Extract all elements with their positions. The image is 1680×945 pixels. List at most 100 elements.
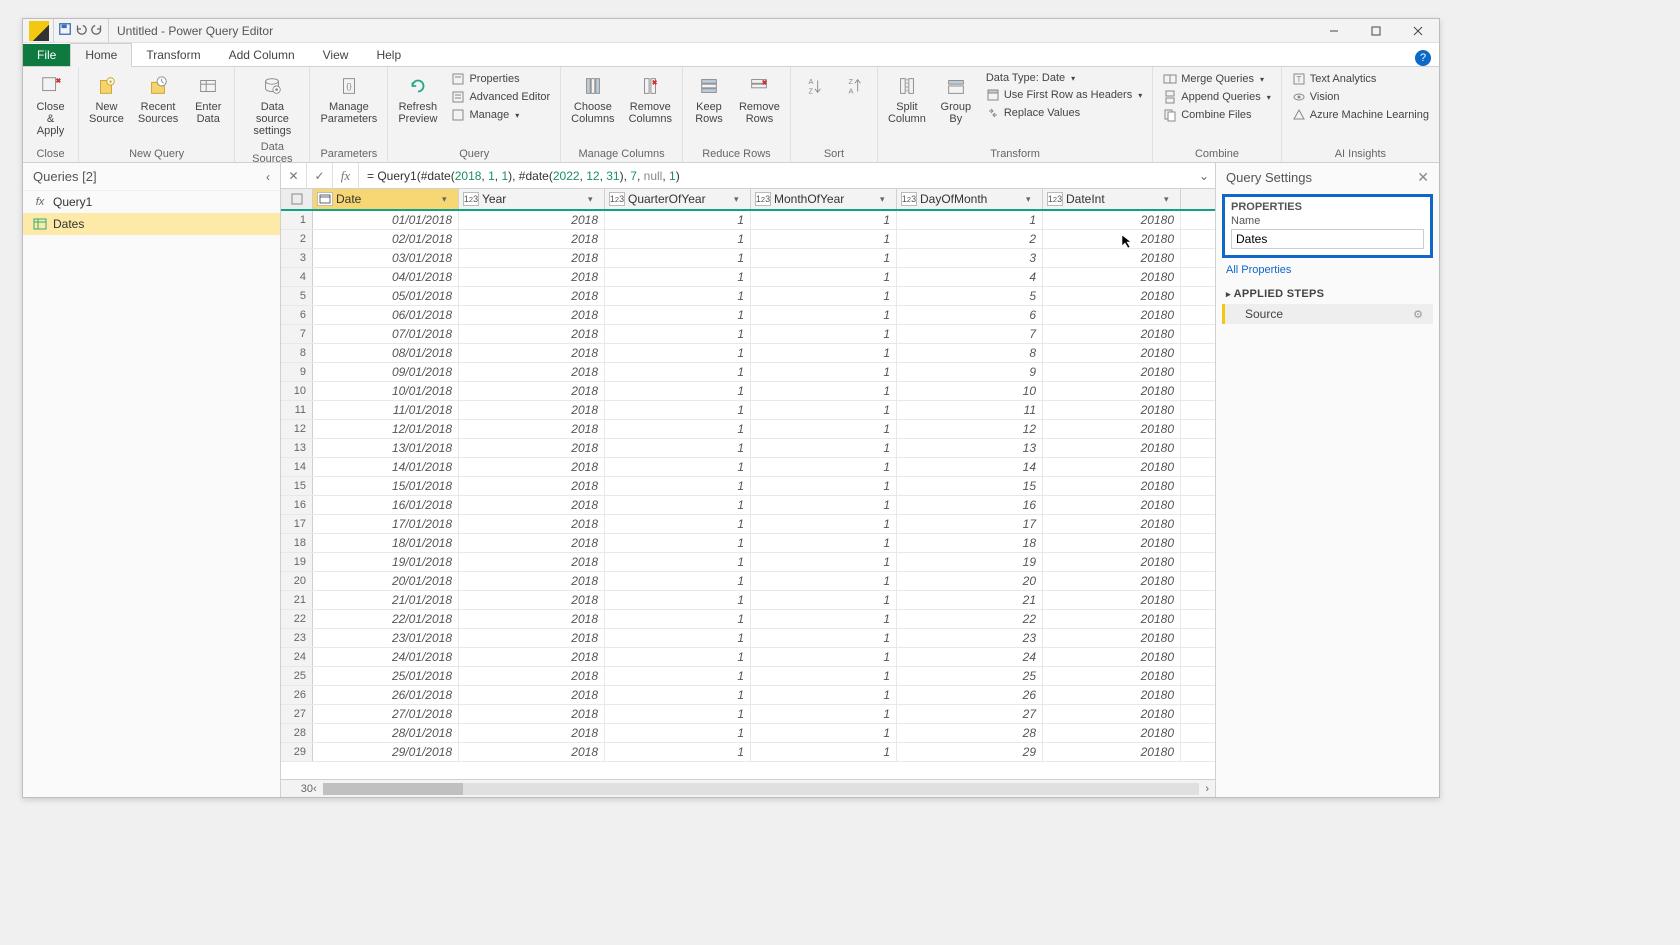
table-row[interactable]: 707/01/2018201811720180: [281, 325, 1215, 344]
cell-dateint[interactable]: 20180: [1043, 325, 1181, 343]
cell-year[interactable]: 2018: [459, 325, 605, 343]
choose-columns-button[interactable]: Choose Columns: [567, 71, 618, 127]
cell-dateint[interactable]: 20180: [1043, 553, 1181, 571]
cell-quarterofyear[interactable]: 1: [605, 439, 751, 457]
cell-year[interactable]: 2018: [459, 496, 605, 514]
cell-date[interactable]: 19/01/2018: [313, 553, 459, 571]
cell-quarterofyear[interactable]: 1: [605, 401, 751, 419]
cell-date[interactable]: 27/01/2018: [313, 705, 459, 723]
combine-files-button[interactable]: Combine Files: [1159, 107, 1275, 123]
row-number[interactable]: 8: [281, 344, 313, 362]
table-row[interactable]: 1919/01/20182018111920180: [281, 553, 1215, 572]
row-number[interactable]: 6: [281, 306, 313, 324]
number-type-icon[interactable]: 123: [609, 192, 625, 206]
table-row[interactable]: 2929/01/20182018112920180: [281, 743, 1215, 762]
cell-dateint[interactable]: 20180: [1043, 534, 1181, 552]
cell-dateint[interactable]: 20180: [1043, 230, 1181, 248]
cell-quarterofyear[interactable]: 1: [605, 553, 751, 571]
cell-year[interactable]: 2018: [459, 420, 605, 438]
cell-dateint[interactable]: 20180: [1043, 515, 1181, 533]
cell-monthofyear[interactable]: 1: [751, 268, 897, 286]
first-row-headers-button[interactable]: Use First Row as Headers▾: [982, 87, 1146, 103]
cell-year[interactable]: 2018: [459, 344, 605, 362]
save-icon[interactable]: [58, 22, 72, 39]
cell-dayofmonth[interactable]: 8: [897, 344, 1043, 362]
table-row[interactable]: 1616/01/20182018111620180: [281, 496, 1215, 515]
cell-monthofyear[interactable]: 1: [751, 211, 897, 229]
data-source-settings-button[interactable]: Data source settings: [241, 71, 303, 139]
text-analytics-button[interactable]: TText Analytics: [1288, 71, 1433, 87]
cell-date[interactable]: 17/01/2018: [313, 515, 459, 533]
cell-dayofmonth[interactable]: 27: [897, 705, 1043, 723]
cell-dateint[interactable]: 20180: [1043, 420, 1181, 438]
cell-date[interactable]: 23/01/2018: [313, 629, 459, 647]
cell-date[interactable]: 15/01/2018: [313, 477, 459, 495]
cell-monthofyear[interactable]: 1: [751, 629, 897, 647]
row-number[interactable]: 27: [281, 705, 313, 723]
tab-view[interactable]: View: [309, 44, 363, 66]
formula-expand-icon[interactable]: ⌄: [1193, 169, 1215, 183]
append-queries-button[interactable]: Append Queries▾: [1159, 89, 1275, 105]
cell-dateint[interactable]: 20180: [1043, 667, 1181, 685]
cell-dayofmonth[interactable]: 14: [897, 458, 1043, 476]
cell-dayofmonth[interactable]: 4: [897, 268, 1043, 286]
table-row[interactable]: 404/01/2018201811420180: [281, 268, 1215, 287]
cell-date[interactable]: 14/01/2018: [313, 458, 459, 476]
cell-dateint[interactable]: 20180: [1043, 268, 1181, 286]
table-row[interactable]: 1212/01/20182018111220180: [281, 420, 1215, 439]
cell-dayofmonth[interactable]: 28: [897, 724, 1043, 742]
cell-quarterofyear[interactable]: 1: [605, 344, 751, 362]
cell-year[interactable]: 2018: [459, 515, 605, 533]
azure-ml-button[interactable]: Azure Machine Learning: [1288, 107, 1433, 123]
cell-date[interactable]: 07/01/2018: [313, 325, 459, 343]
cell-quarterofyear[interactable]: 1: [605, 477, 751, 495]
column-header-quarterofyear[interactable]: 123QuarterOfYear▾: [605, 189, 751, 209]
row-number[interactable]: 23: [281, 629, 313, 647]
column-header-monthofyear[interactable]: 123MonthOfYear▾: [751, 189, 897, 209]
number-type-icon[interactable]: 123: [901, 192, 917, 206]
row-number[interactable]: 20: [281, 572, 313, 590]
cell-monthofyear[interactable]: 1: [751, 325, 897, 343]
cell-date[interactable]: 12/01/2018: [313, 420, 459, 438]
vision-button[interactable]: Vision: [1288, 89, 1433, 105]
cell-dayofmonth[interactable]: 13: [897, 439, 1043, 457]
horizontal-scrollbar[interactable]: 30 ‹ ›: [281, 779, 1215, 797]
cell-dateint[interactable]: 20180: [1043, 249, 1181, 267]
cell-date[interactable]: 26/01/2018: [313, 686, 459, 704]
applied-step[interactable]: Source⚙: [1222, 304, 1433, 324]
row-number[interactable]: 5: [281, 287, 313, 305]
cell-quarterofyear[interactable]: 1: [605, 420, 751, 438]
cell-dayofmonth[interactable]: 21: [897, 591, 1043, 609]
group-by-button[interactable]: Group By: [936, 71, 976, 127]
number-type-icon[interactable]: 123: [1047, 192, 1063, 206]
redo-icon[interactable]: [90, 22, 104, 39]
table-row[interactable]: 1414/01/20182018111420180: [281, 458, 1215, 477]
table-row[interactable]: 2121/01/20182018112120180: [281, 591, 1215, 610]
cell-year[interactable]: 2018: [459, 249, 605, 267]
cell-dayofmonth[interactable]: 19: [897, 553, 1043, 571]
cell-monthofyear[interactable]: 1: [751, 705, 897, 723]
row-number[interactable]: 29: [281, 743, 313, 761]
help-icon[interactable]: ?: [1415, 50, 1431, 66]
cell-quarterofyear[interactable]: 1: [605, 648, 751, 666]
query-item-query1[interactable]: fxQuery1: [23, 191, 280, 213]
table-row[interactable]: 1717/01/20182018111720180: [281, 515, 1215, 534]
cell-monthofyear[interactable]: 1: [751, 230, 897, 248]
cell-quarterofyear[interactable]: 1: [605, 268, 751, 286]
cell-monthofyear[interactable]: 1: [751, 401, 897, 419]
scroll-left-icon[interactable]: ‹: [313, 783, 317, 795]
cell-date[interactable]: 02/01/2018: [313, 230, 459, 248]
cell-dateint[interactable]: 20180: [1043, 477, 1181, 495]
cell-quarterofyear[interactable]: 1: [605, 705, 751, 723]
row-number[interactable]: 19: [281, 553, 313, 571]
table-row[interactable]: 1111/01/20182018111120180: [281, 401, 1215, 420]
cell-year[interactable]: 2018: [459, 591, 605, 609]
cell-quarterofyear[interactable]: 1: [605, 287, 751, 305]
cell-quarterofyear[interactable]: 1: [605, 382, 751, 400]
cell-monthofyear[interactable]: 1: [751, 591, 897, 609]
row-number[interactable]: 2: [281, 230, 313, 248]
column-filter-icon[interactable]: ▾: [1026, 194, 1038, 205]
cell-dateint[interactable]: 20180: [1043, 382, 1181, 400]
cell-dateint[interactable]: 20180: [1043, 705, 1181, 723]
split-column-button[interactable]: Split Column: [884, 71, 930, 127]
